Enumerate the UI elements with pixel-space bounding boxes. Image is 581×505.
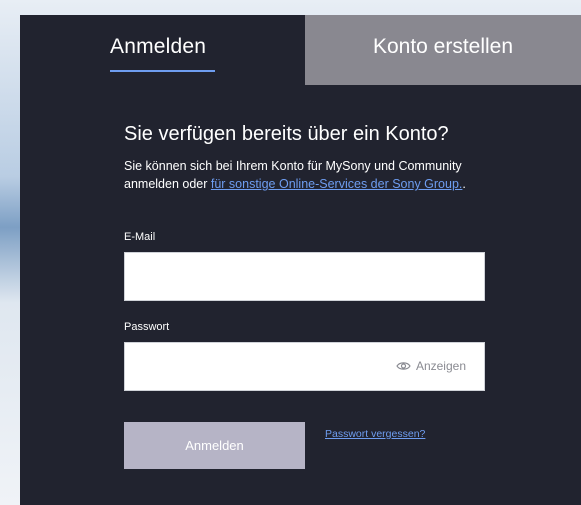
password-field[interactable]: [125, 343, 409, 390]
tab-create-account[interactable]: Konto erstellen: [305, 15, 581, 85]
tab-signin-label: Anmelden: [110, 35, 207, 58]
password-label: Passwort: [124, 321, 170, 333]
signin-button[interactable]: Anmelden: [124, 422, 305, 469]
login-panel: Anmelden Konto erstellen Sie verfügen be…: [20, 15, 581, 505]
forgot-password-link[interactable]: Passwort vergessen?: [325, 428, 425, 440]
email-label: E-Mail: [124, 231, 156, 243]
eye-icon: [396, 362, 411, 370]
tab-create-account-label: Konto erstellen: [372, 35, 514, 58]
email-field-box: [124, 252, 485, 301]
email-field[interactable]: [125, 253, 409, 300]
tab-signin[interactable]: Anmelden: [20, 15, 305, 85]
show-password-toggle[interactable]: Anzeigen: [396, 359, 466, 373]
password-field-box: Anzeigen: [124, 342, 485, 391]
form-heading: Sie verfügen bereits über ein Konto?: [124, 123, 449, 145]
form-description: Sie können sich bei Ihrem Konto für MySo…: [124, 157, 494, 193]
description-end: .: [462, 177, 466, 191]
show-password-label: Anzeigen: [415, 359, 466, 373]
active-tab-indicator: [110, 70, 215, 72]
sony-group-services-link[interactable]: für sonstige Online-Services der Sony Gr…: [211, 177, 463, 191]
